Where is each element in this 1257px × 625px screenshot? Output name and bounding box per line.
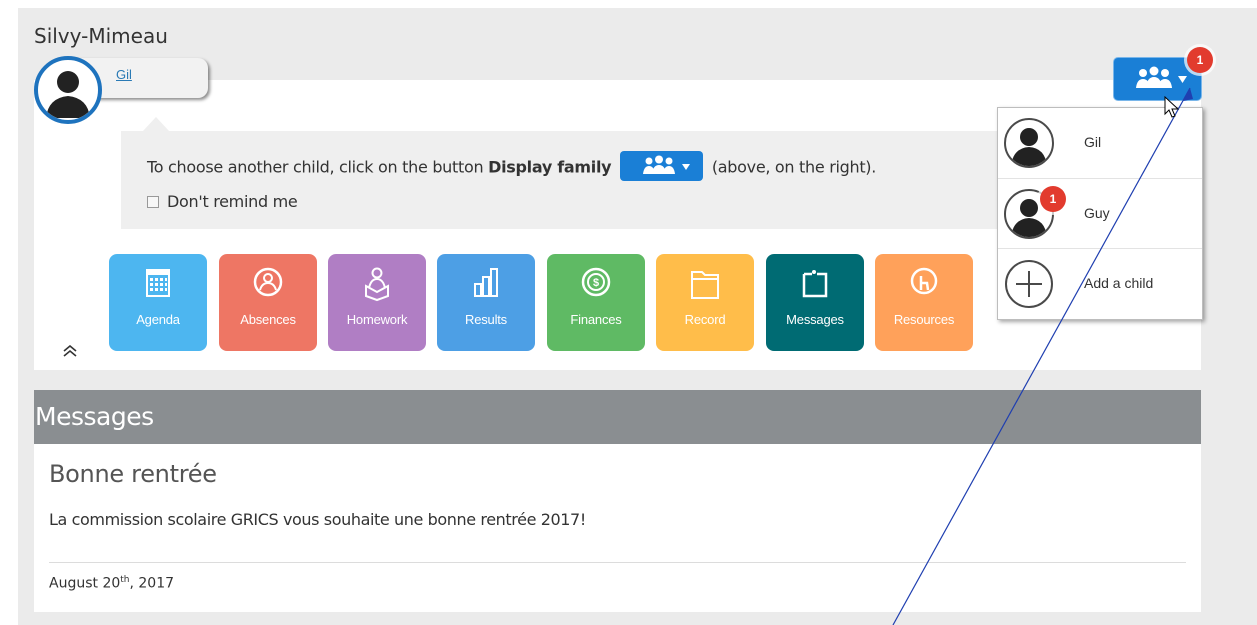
mouse-pointer-icon [1164,96,1180,118]
annotation-arrow [892,87,1193,625]
